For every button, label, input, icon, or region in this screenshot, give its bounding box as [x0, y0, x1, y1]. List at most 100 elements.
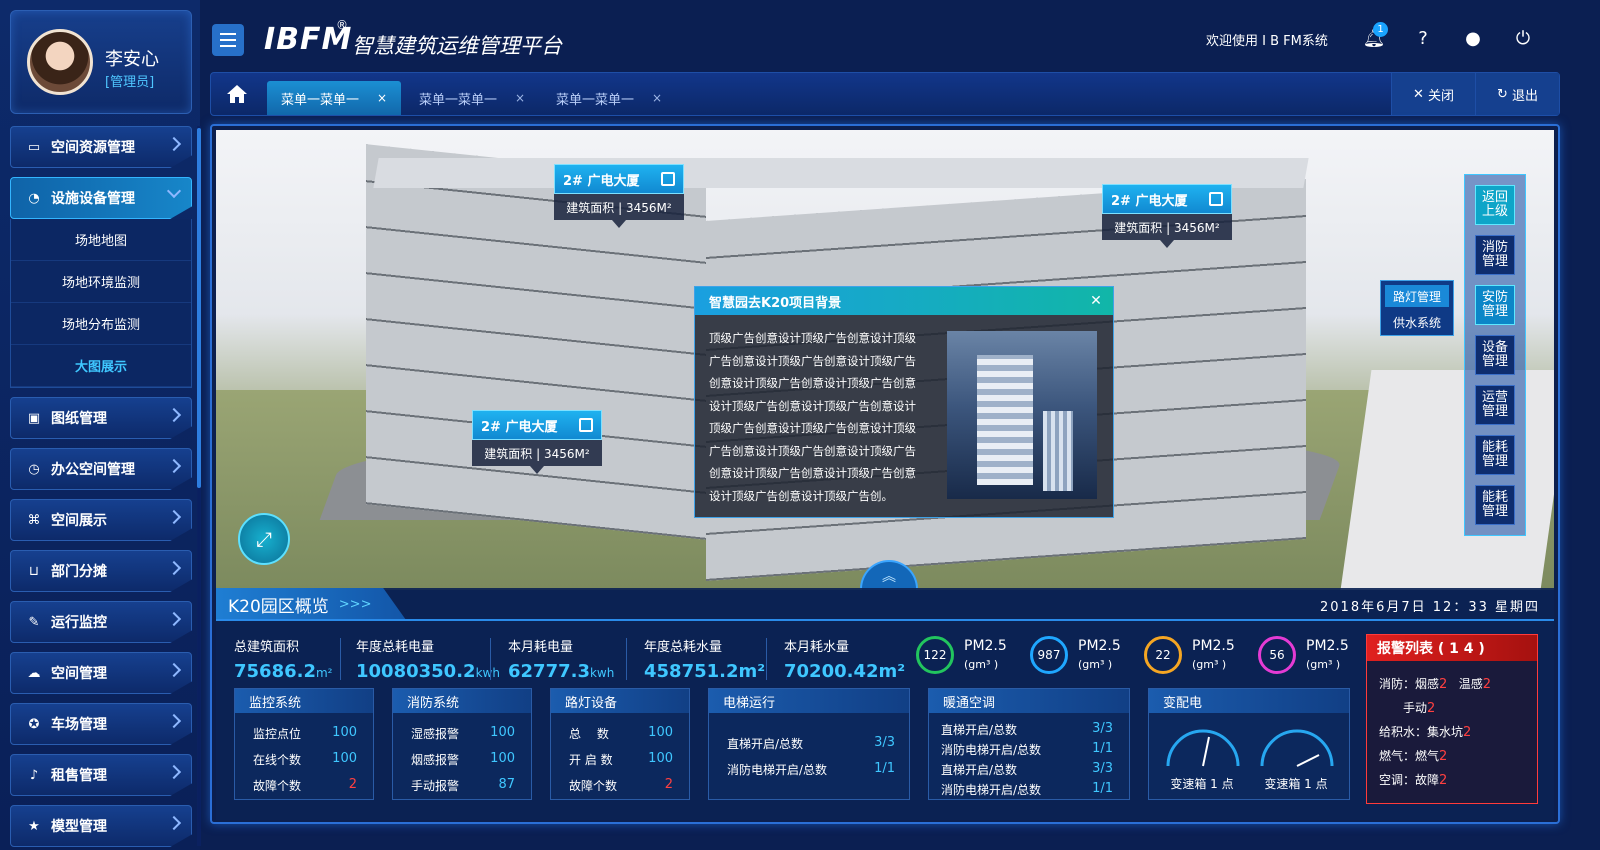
- close-icon: ✕: [1412, 86, 1428, 102]
- streetlight-box: 路灯设备 总 数 100 开 启 数 100 故障个数 2: [550, 688, 690, 800]
- logout-button[interactable]: ↻ 退出: [1475, 73, 1559, 115]
- device-manage-button[interactable]: 设备管理: [1475, 335, 1515, 375]
- menu-toggle-button[interactable]: [212, 24, 244, 56]
- sidebar-item-space-manage[interactable]: ☁ 空间管理: [10, 652, 192, 694]
- tab-1[interactable]: 菜单一菜单一 ×: [267, 81, 402, 115]
- chevron-right-icon: [166, 764, 182, 780]
- expand-icon: ⤢: [256, 527, 272, 551]
- close-tab-button[interactable]: ✕ 关闭: [1391, 73, 1475, 115]
- building-tag-1[interactable]: 2# 广电大厦 建筑面积 | 3456M²: [554, 164, 684, 228]
- chevron-right-icon: [166, 458, 182, 474]
- car-icon: ✪: [28, 716, 40, 732]
- notification-badge: 1: [1373, 22, 1388, 37]
- side-popup-water-supply[interactable]: 供水系统: [1385, 311, 1449, 333]
- sub-item-distribution-monitor[interactable]: 场地分布监测: [11, 303, 191, 345]
- alarm-row[interactable]: 消防：烟感2 温感2: [1379, 675, 1491, 692]
- sidebar-item-dept-share[interactable]: ⊔ 部门分摊: [10, 550, 192, 592]
- user-icon[interactable]: ●: [1461, 26, 1485, 50]
- energy-manage-button-2[interactable]: 能耗管理: [1475, 485, 1515, 525]
- avatar[interactable]: [27, 29, 93, 95]
- back-button[interactable]: 返回上级: [1475, 185, 1515, 225]
- side-popup-streetlight[interactable]: 路灯管理: [1385, 285, 1449, 307]
- stat-month-power: 本月耗电量 62777.3kwh: [508, 640, 615, 682]
- alarm-list: 报警列表 ( 1 4 ) 消防：烟感2 温感2 手动2 给积水：集水坑2 燃气：…: [1366, 634, 1538, 804]
- sub-item-site-map[interactable]: 场地地图: [11, 219, 191, 261]
- chevron-right-icon: [166, 611, 182, 627]
- tab-3[interactable]: 菜单一菜单一 ×: [542, 81, 676, 115]
- cloud-icon: ☁: [27, 665, 41, 681]
- fire-system-box: 消防系统 湿感报警 100 烟感报警 100 手动报警 87: [392, 688, 532, 800]
- hvac-box: 暖通空调 直梯开启/总数 3/3 消防电梯开启/总数 1/1 直梯开启/总数 3…: [928, 688, 1130, 800]
- operation-manage-button[interactable]: 运营管理: [1475, 385, 1515, 425]
- building-tag-3[interactable]: 2# 广电大厦 建筑面积 | 3456M²: [472, 410, 602, 474]
- building-3d-view[interactable]: 2# 广电大厦 建筑面积 | 3456M² 2# 广电大厦 建筑面积 | 345…: [216, 130, 1554, 590]
- pie-icon: ◔: [28, 190, 40, 206]
- sidebar-scroll-thumb[interactable]: [197, 128, 201, 488]
- fullscreen-button[interactable]: ⤢: [238, 513, 290, 565]
- security-manage-button[interactable]: 安防管理: [1475, 285, 1515, 325]
- wrench-icon: ✎: [28, 614, 40, 630]
- sidebar-item-run-monitor[interactable]: ✎ 运行监控: [10, 601, 192, 643]
- home-icon[interactable]: [225, 83, 249, 105]
- building-icon: [579, 418, 593, 432]
- popup-text: 顶级广告创意设计顶级广告创意设计顶级广告创意设计顶级广告创意设计顶级广告创意设计…: [709, 331, 916, 503]
- right-control-panel: 返回上级 消防管理 安防管理 设备管理 运营管理 能耗管理 能耗管理: [1464, 174, 1526, 536]
- alarm-row[interactable]: 燃气：燃气2: [1379, 747, 1447, 764]
- close-icon[interactable]: ×: [652, 91, 662, 105]
- tab-2[interactable]: 菜单一菜单一 ×: [405, 81, 539, 115]
- sub-item-env-monitor[interactable]: 场地环境监测: [11, 261, 191, 303]
- datetime: 2018年6月7日 12：33 星期四: [1320, 600, 1540, 615]
- pm25-gauge-3: 22 PM2.5 (gm³ ): [1144, 636, 1252, 676]
- close-icon[interactable]: ✕: [1089, 294, 1103, 308]
- chevron-right-icon: [166, 136, 182, 152]
- chevron-down-icon: [166, 183, 182, 199]
- sub-item-big-screen[interactable]: 大图展示: [11, 345, 191, 387]
- logo-registered: ®: [336, 18, 348, 32]
- chevron-right-icon: [166, 815, 182, 831]
- pm25-gauge-4: 56 PM2.5 (gm³ ): [1258, 636, 1366, 676]
- power-icon[interactable]: ⏻: [1511, 26, 1535, 50]
- alarm-row[interactable]: 给积水：集水坑2: [1379, 723, 1471, 740]
- mic-icon: ♪: [29, 767, 39, 783]
- project-info-popup: 智慧园去K20项目背景 ✕ 顶级广告创意设计顶级广告创意设计顶级广告创意设计顶级…: [694, 286, 1114, 518]
- close-icon[interactable]: ×: [377, 91, 387, 105]
- sidebar-item-facility[interactable]: ◔ 设施设备管理: [10, 177, 192, 219]
- pm25-gauge-2: 987 PM2.5 (gm³ ): [1030, 636, 1138, 676]
- chevrons-right-icon: >>>: [338, 596, 372, 612]
- refresh-icon: ↻: [1496, 86, 1512, 102]
- sidebar-menu: ▭ 空间资源管理 ◔ 设施设备管理 场地地图 场地环境监测 场地分布监测 大图展…: [10, 126, 192, 850]
- popup-title: 智慧园去K20项目背景: [709, 295, 842, 311]
- help-icon[interactable]: ?: [1411, 26, 1435, 50]
- power-dial-1: [1166, 729, 1240, 767]
- building-icon: [1209, 192, 1223, 206]
- close-icon[interactable]: ×: [515, 91, 525, 105]
- sidebar-item-parking[interactable]: ✪ 车场管理: [10, 703, 192, 745]
- sidebar-item-model[interactable]: ★ 模型管理: [10, 805, 192, 847]
- alarm-row[interactable]: 空调：故障2: [1379, 771, 1447, 788]
- power-distribution-box: 变配电 变速箱 1 点 变速箱 1 点: [1148, 688, 1350, 800]
- alarm-title: 报警列表 ( 1 4 ): [1367, 635, 1537, 661]
- user-card: 李安心 [管理员]: [10, 10, 192, 114]
- sidebar-item-drawings[interactable]: ▣ 图纸管理: [10, 397, 192, 439]
- command-icon: ⌘: [27, 512, 41, 528]
- energy-manage-button[interactable]: 能耗管理: [1475, 435, 1515, 475]
- main-frame: 2# 广电大厦 建筑面积 | 3456M² 2# 广电大厦 建筑面积 | 345…: [210, 124, 1560, 824]
- tab-bar: 菜单一菜单一 × 菜单一菜单一 × 菜单一菜单一 × ✕ 关闭 ↻ 退出: [210, 72, 1560, 116]
- user-name: 李安心: [105, 49, 159, 70]
- header: IBFM ® 智慧建筑运维管理平台 欢迎使用 I B FM系统 🔔︎ 1 ? ●…: [200, 0, 1600, 70]
- chevron-right-icon: [166, 560, 182, 576]
- fire-manage-button[interactable]: 消防管理: [1475, 235, 1515, 275]
- sidebar-item-space-resource[interactable]: ▭ 空间资源管理: [10, 126, 192, 168]
- sidebar-item-space-display[interactable]: ⌘ 空间展示: [10, 499, 192, 541]
- overview-title: K20园区概览 >>>: [216, 588, 406, 620]
- building-tag-2[interactable]: 2# 广电大厦 建筑面积 | 3456M²: [1102, 184, 1232, 248]
- stat-month-water: 本月耗水量 70200.42m²: [784, 640, 906, 682]
- star-icon: ★: [28, 818, 40, 834]
- sidebar-item-office-space[interactable]: ◷ 办公空间管理: [10, 448, 192, 490]
- sidebar-item-lease[interactable]: ♪ 租售管理: [10, 754, 192, 796]
- chevron-right-icon: [166, 509, 182, 525]
- pm25-gauge-1: 122 PM2.5 (gm³ ): [916, 636, 1024, 676]
- alarm-row[interactable]: 手动2: [1403, 699, 1435, 716]
- building-icon: [661, 172, 675, 186]
- clock-icon: ◷: [28, 461, 40, 477]
